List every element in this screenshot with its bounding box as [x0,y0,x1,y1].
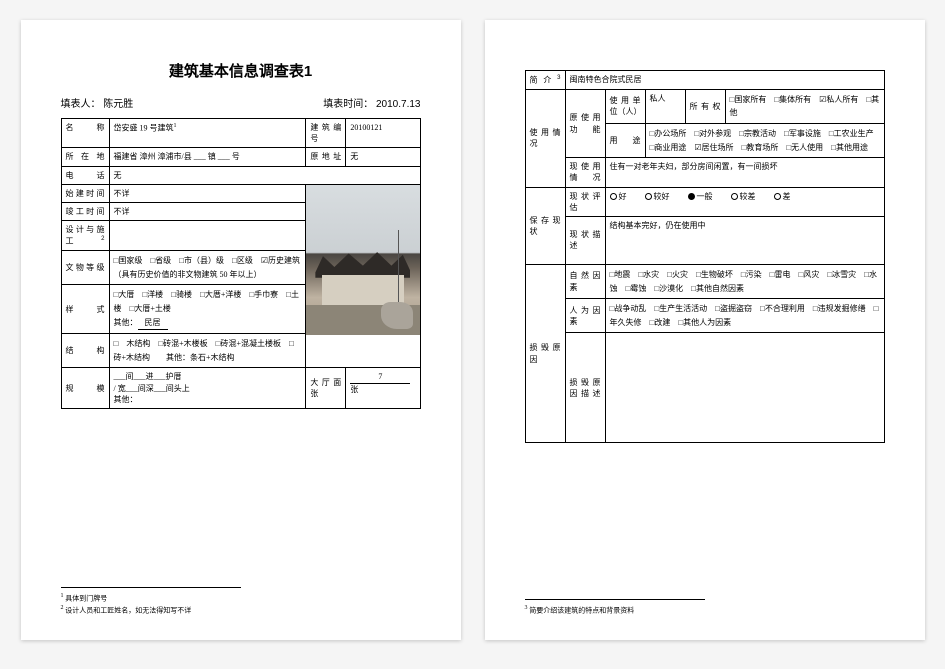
nat-options: □地震 □水灾 □火灾 □生物破坏 □污染 □雷电 □风灾 □冰雪灾 □水蚀 □… [605,264,884,298]
owner-label: 所有权 [685,89,725,123]
scale-value: ___间___进___护厝 / 宽___间深___间头上 其他： [109,368,306,409]
designer-value [109,221,306,251]
scale-label: 规模 [61,368,109,409]
style-label: 样式 [61,285,109,334]
use-label: 用途 [605,124,645,158]
building-no-value: 20100121 [346,119,420,148]
orig-addr-label: 原地址 [306,148,346,166]
style-options: □大厝 □洋楼 □骑楼 □大厝+洋楼 □手巾寮 □土楼 □大厝+土楼 其他：民居 [109,285,306,334]
desc-value: 结构基本完好，仍在使用中 [605,216,884,264]
owner-options: □国家所有 □集体所有 ☑私人所有 □其他 [725,89,884,123]
build-time-value: 不详 [109,184,306,202]
building-photo [306,185,419,335]
unit-label: 使用单位（人） [605,89,645,123]
usage-label: 使用情况 [525,89,565,187]
hall-label: 大厅面张 [306,368,346,409]
heritage-options: □国家级 □省级 □市（县）级 □区级 ☑历史建筑（具有历史价值的非文物建筑 5… [109,251,306,285]
meta-row: 填表人： 陈元胜 填表时间： 2010.7.13 [61,95,421,110]
curr-func-label: 现使用情况 [565,158,605,187]
name-label: 名称 [61,119,109,148]
orig-func-label: 原使用功能 [565,89,605,157]
intro-value: 闽南特色合院式民居 [565,71,884,90]
designer-label: 设计与施工2 [61,221,109,251]
footnotes-right: 3 简要介绍该建筑的特点和背景资料 [525,599,705,616]
page-right: 简介3 闽南特色合院式民居 使用情况 原使用功能 使用单位（人） 私人 所有权 … [485,20,925,640]
building-no-label: 建筑编号 [306,119,346,148]
orig-addr-value: 无 [346,148,420,166]
info-table: 名称 岱安盛 19 号建筑1 建筑编号 20100121 所在地 福建省 漳州 … [61,118,421,409]
footnote-1: 具体到门牌号 [65,595,107,603]
rate-label: 现状评估 [565,187,605,216]
filler-label: 填表人： [61,99,101,110]
hum-label: 人为因素 [565,299,605,333]
rate-options: 好 较好 一般 较差 差 [605,187,884,216]
finish-time-label: 竣工时间 [61,202,109,220]
filltime-value: 2010.7.13 [376,99,421,110]
reason-desc-value [605,333,884,443]
filler-value: 陈元胜 [103,99,133,110]
filltime-label: 填表时间： [323,99,373,110]
phone-value: 无 [109,166,420,184]
struct-label: 结构 [61,334,109,368]
struct-options: □ 木结构 □砖混+木楼板 □砖混+混凝土楼板 □砖+木结构 其他：条石+木结构 [109,334,306,368]
footnote-2: 设计人员和工匠姓名，如无法得知写不详 [65,607,191,615]
footnote-3: 简要介绍该建筑的特点和背景资料 [529,607,634,615]
use-options: □办公场所 □对外参观 □宗教活动 □军事设施 □工农业生产 □商业用途 ☑居住… [645,124,884,158]
build-time-label: 始建时间 [61,184,109,202]
heritage-label: 文物等级 [61,251,109,285]
footnotes-left: 1 具体到门牌号 2 设计人员和工匠姓名，如无法得知写不详 [61,587,241,616]
preserve-label: 保存现状 [525,187,565,264]
info-table-2: 简介3 闽南特色合院式民居 使用情况 原使用功能 使用单位（人） 私人 所有权 … [525,70,885,443]
unit-value: 私人 [645,89,685,123]
curr-func-value: 住有一对老年夫妇，部分房间闲置，有一间损坏 [605,158,884,187]
nat-label: 自然因素 [565,264,605,298]
hum-options: □战争动乱 □生产生活活动 □盗掘盗窃 □不合理利用 □违规发掘修缮 □年久失修… [605,299,884,333]
finish-time-value: 不详 [109,202,306,220]
desc-label: 现状描述 [565,216,605,264]
location-label: 所在地 [61,148,109,166]
damage-label: 损毁原因 [525,264,565,442]
reason-desc-label: 损毁原因描述 [565,333,605,443]
hall-value: 7 张 [346,368,420,409]
location-value: 福建省 漳州 漳浦市/县 ___ 镇 ___ 号 [109,148,306,166]
name-value: 岱安盛 19 号建筑1 [109,119,306,148]
intro-label: 简介3 [525,71,565,90]
form-title: 建筑基本信息调查表1 [61,60,421,81]
phone-label: 电话 [61,166,109,184]
page-left: 建筑基本信息调查表1 填表人： 陈元胜 填表时间： 2010.7.13 名称 岱… [21,20,461,640]
